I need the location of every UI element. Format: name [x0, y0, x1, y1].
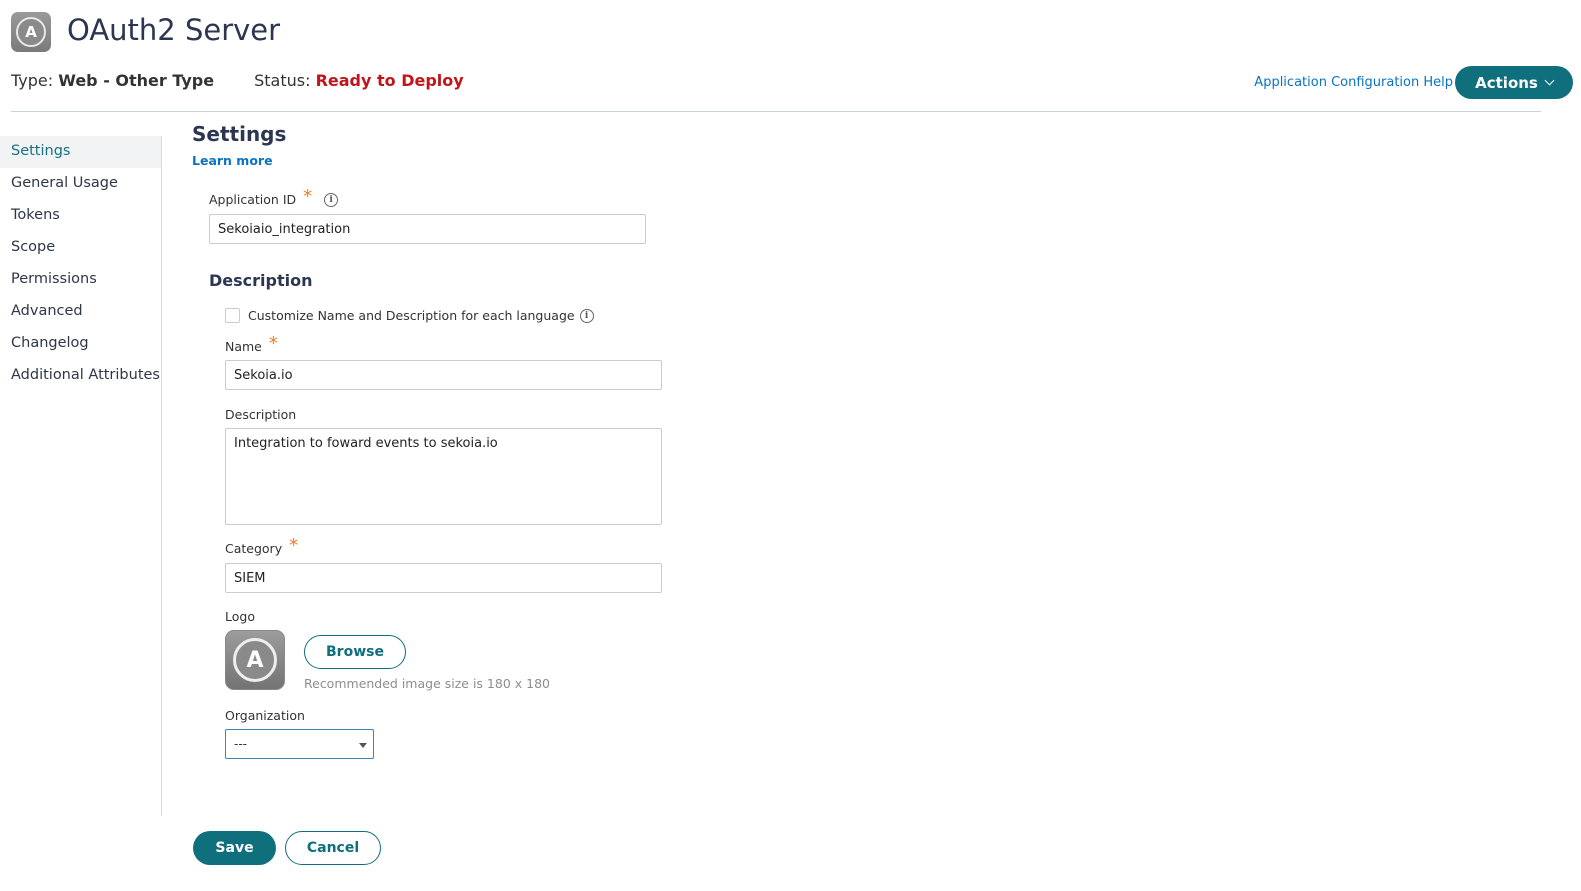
organization-label: Organization	[225, 708, 305, 723]
cancel-button[interactable]: Cancel	[285, 831, 381, 865]
category-label-text: Category	[225, 541, 283, 556]
info-icon[interactable]: i	[324, 192, 339, 207]
required-icon: *	[289, 535, 299, 556]
sidebar-item-settings[interactable]: Settings	[0, 136, 161, 168]
description-heading: Description	[209, 271, 313, 290]
name-label: Name *	[225, 333, 278, 354]
app-meta: Type: Web - Other Type Status: Ready to …	[11, 71, 464, 90]
app-title: OAuth2 Server	[67, 13, 281, 47]
logo-preview-letter: A	[233, 638, 277, 682]
status-info: Status: Ready to Deploy	[254, 71, 464, 90]
sidebar-item-general-usage[interactable]: General Usage	[0, 168, 161, 200]
category-label: Category *	[225, 535, 298, 556]
sidebar-item-changelog[interactable]: Changelog	[0, 328, 161, 360]
customize-checkbox[interactable]	[225, 308, 240, 323]
sidebar-item-permissions[interactable]: Permissions	[0, 264, 161, 296]
logo-preview-icon: A	[225, 630, 285, 690]
type-info: Type: Web - Other Type	[11, 71, 214, 90]
type-value: Web - Other Type	[58, 71, 215, 90]
learn-more-link[interactable]: Learn more	[192, 153, 273, 168]
status-label: Status:	[254, 71, 311, 90]
logo-label: Logo	[225, 609, 255, 624]
required-icon: *	[303, 186, 313, 207]
logo-size-hint: Recommended image size is 180 x 180	[304, 676, 550, 691]
sidebar-nav: Settings General Usage Tokens Scope Perm…	[0, 136, 162, 816]
app-header: A OAuth2 Server Type: Web - Other Type S…	[11, 11, 1573, 112]
organization-value: ---	[234, 737, 247, 751]
save-button[interactable]: Save	[193, 831, 276, 865]
sidebar-item-additional-attributes[interactable]: Additional Attributes	[0, 360, 161, 392]
chevron-down-icon	[1544, 75, 1555, 86]
sidebar-item-scope[interactable]: Scope	[0, 232, 161, 264]
browse-button[interactable]: Browse	[304, 635, 406, 669]
name-input[interactable]: Sekoia.io	[225, 360, 662, 390]
type-label: Type:	[11, 71, 54, 90]
customize-label: Customize Name and Description for each …	[248, 308, 594, 323]
actions-label: Actions	[1475, 73, 1538, 92]
customize-label-text: Customize Name and Description for each …	[248, 308, 575, 323]
app-logo-icon: A	[11, 12, 51, 52]
app-id-input[interactable]: Sekoiaio_integration	[209, 214, 646, 244]
description-label: Description	[225, 407, 297, 422]
name-label-text: Name	[225, 339, 262, 354]
organization-select[interactable]: ---	[225, 729, 374, 759]
app-id-label: Application ID * i	[209, 186, 339, 207]
category-input[interactable]: SIEM	[225, 563, 662, 593]
info-icon[interactable]: i	[579, 308, 594, 323]
required-icon: *	[268, 333, 278, 354]
description-textarea[interactable]: Integration to foward events to sekoia.i…	[225, 428, 662, 525]
sidebar-item-advanced[interactable]: Advanced	[0, 296, 161, 328]
status-value: Ready to Deploy	[315, 71, 464, 90]
app-logo-letter: A	[16, 17, 46, 47]
app-id-label-text: Application ID	[209, 192, 297, 207]
page-title: Settings	[192, 122, 287, 146]
caret-down-icon	[359, 743, 367, 748]
sidebar-item-tokens[interactable]: Tokens	[0, 200, 161, 232]
config-help-link[interactable]: Application Configuration Help	[1254, 75, 1453, 90]
actions-button[interactable]: Actions	[1455, 66, 1573, 99]
